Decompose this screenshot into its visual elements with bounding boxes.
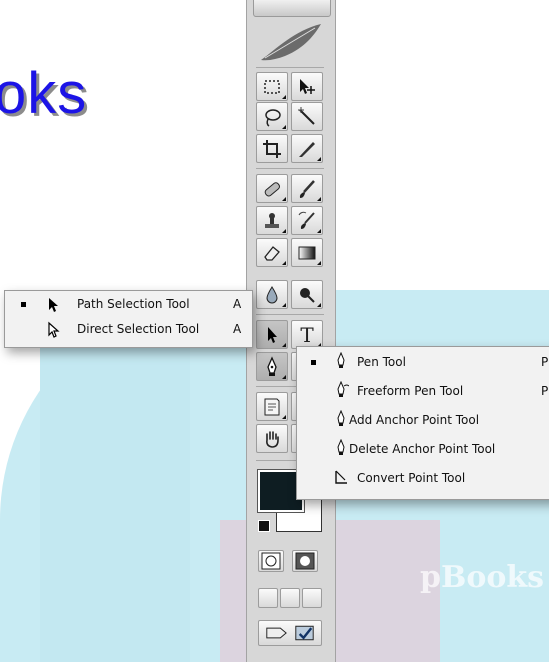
- note-icon: [264, 398, 280, 415]
- menu-item-shortcut: P: [541, 355, 549, 369]
- gradient-tool[interactable]: [291, 238, 323, 267]
- standard-mode-icon: [261, 552, 281, 570]
- direct-selection-icon: [48, 321, 60, 338]
- toolbox-divider: [256, 67, 324, 68]
- menu-item-label: Path Selection Tool: [77, 297, 190, 311]
- blur-tool[interactable]: [256, 280, 288, 309]
- menu-item-label: Direct Selection Tool: [77, 322, 200, 336]
- clone-stamp-tool[interactable]: [256, 206, 288, 235]
- screen-mode-full-button[interactable]: [302, 588, 322, 608]
- quick-mask-icon: [295, 552, 315, 570]
- path-selection-icon: [49, 298, 58, 312]
- standard-mode-button[interactable]: [258, 550, 284, 572]
- add-anchor-point-icon: [337, 410, 345, 426]
- menu-item-shortcut: A: [233, 322, 242, 336]
- healing-brush-tool[interactable]: [256, 174, 288, 203]
- toolbox-divider: [256, 168, 324, 169]
- jump-to-icon: [266, 625, 314, 641]
- screen-mode-full-menu-button[interactable]: [280, 588, 300, 608]
- menu-item-direct-selection[interactable]: Direct Selection Tool A: [5, 318, 252, 342]
- menu-item-label: Freeform Pen Tool: [357, 384, 464, 398]
- brush-icon: [299, 179, 315, 198]
- path-selection-flyout-menu: Path Selection Tool A Direct Selection T…: [4, 290, 253, 348]
- type-tool[interactable]: T: [291, 320, 323, 349]
- arrow-icon: [268, 326, 277, 343]
- menu-item-add-anchor-point[interactable]: Add Anchor Point Tool: [297, 408, 549, 432]
- freeform-pen-icon: [337, 381, 349, 397]
- feather-logo-icon[interactable]: [255, 20, 327, 64]
- slice-icon: [299, 141, 315, 157]
- default-colors-icon[interactable]: [258, 520, 270, 532]
- crop-icon: [263, 139, 281, 158]
- jump-to-imageready-button[interactable]: [258, 620, 322, 646]
- toolbox-title-bar[interactable]: [253, 0, 331, 17]
- move-tool[interactable]: [291, 72, 323, 101]
- move-icon: [300, 78, 315, 94]
- menu-item-shortcut: P: [541, 384, 549, 398]
- menu-item-freeform-pen[interactable]: Freeform Pen Tool P: [297, 379, 549, 403]
- gradient-icon: [298, 246, 316, 259]
- menu-item-path-selection[interactable]: Path Selection Tool A: [5, 293, 252, 317]
- rectangular-marquee-tool[interactable]: [256, 72, 288, 101]
- marquee-icon: [264, 79, 280, 94]
- menu-item-label: Convert Point Tool: [357, 471, 466, 485]
- history-brush-icon: [298, 211, 315, 229]
- magic-wand-icon: [298, 106, 315, 125]
- dodge-icon: [300, 287, 315, 303]
- screen-mode-standard-button[interactable]: [258, 588, 278, 608]
- toolbox-divider: [256, 314, 324, 315]
- delete-anchor-point-icon: [337, 439, 345, 455]
- pen-icon: [337, 352, 345, 368]
- drop-icon: [266, 285, 278, 303]
- lasso-tool[interactable]: [256, 102, 288, 131]
- notes-tool[interactable]: [256, 392, 288, 421]
- quick-mask-button[interactable]: [292, 550, 318, 572]
- lasso-icon: [265, 108, 281, 127]
- stamp-icon: [265, 212, 279, 228]
- bandage-icon: [264, 181, 280, 196]
- dodge-tool[interactable]: [291, 280, 323, 309]
- crop-tool[interactable]: [256, 134, 288, 163]
- brush-tool[interactable]: [291, 174, 323, 203]
- path-selection-tool[interactable]: [256, 320, 288, 349]
- menu-item-convert-point[interactable]: Convert Point Tool: [297, 466, 549, 490]
- hand-icon: [266, 430, 279, 448]
- eraser-icon: [264, 245, 280, 261]
- pen-tool[interactable]: [256, 352, 288, 381]
- hand-tool[interactable]: [256, 424, 288, 453]
- magic-wand-tool[interactable]: [291, 102, 323, 131]
- menu-item-pen[interactable]: Pen Tool P: [297, 350, 549, 374]
- menu-item-label: Pen Tool: [357, 355, 406, 369]
- menu-item-label: Add Anchor Point Tool: [349, 413, 480, 427]
- watermark: pBooks: [420, 560, 545, 595]
- selected-bullet-icon: [21, 302, 26, 307]
- pen-icon: [267, 355, 277, 376]
- convert-point-icon: [335, 470, 347, 484]
- pen-flyout-menu: Pen Tool P Freeform Pen Tool P Add Ancho…: [296, 346, 549, 500]
- menu-item-label: Delete Anchor Point Tool: [349, 442, 496, 456]
- selected-bullet-icon: [311, 360, 316, 365]
- slide-title: oks: [0, 61, 88, 126]
- history-brush-tool[interactable]: [291, 206, 323, 235]
- eraser-tool[interactable]: [256, 238, 288, 267]
- slice-tool[interactable]: [291, 134, 323, 163]
- menu-item-delete-anchor-point[interactable]: Delete Anchor Point Tool: [297, 437, 549, 461]
- menu-item-shortcut: A: [233, 297, 242, 311]
- background-column: [40, 330, 190, 662]
